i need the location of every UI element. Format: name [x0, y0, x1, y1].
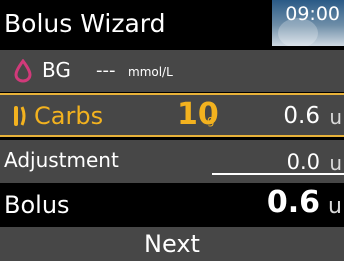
bg-label: BG: [42, 58, 71, 82]
blood-drop-icon: [14, 59, 32, 83]
carbs-row[interactable]: Carbs 10 g 0.6 u: [0, 93, 344, 137]
header: Bolus Wizard 09:00: [0, 0, 344, 48]
carbs-insulin-unit: u: [329, 105, 342, 129]
bg-unit: mmol/L: [128, 65, 173, 79]
carbs-icon: [14, 106, 26, 126]
bolus-unit: u: [328, 194, 342, 219]
status-clock: 09:00: [272, 0, 344, 46]
next-button[interactable]: Next: [0, 227, 344, 261]
bg-value: ---: [96, 60, 116, 81]
carbs-unit: g: [207, 113, 215, 127]
carbs-label: Carbs: [34, 102, 104, 130]
carbs-insulin-value: 0.6: [283, 103, 320, 129]
bolus-row: Bolus 0.6 u: [0, 185, 344, 226]
adjustment-underline: [212, 173, 344, 175]
adjustment-value[interactable]: 0.0: [287, 149, 320, 175]
page-title: Bolus Wizard: [4, 9, 166, 38]
adjustment-label: Adjustment: [4, 148, 119, 172]
bolus-value: 0.6: [266, 185, 320, 220]
bolus-label: Bolus: [4, 191, 70, 219]
adjustment-row[interactable]: Adjustment 0.0 u: [0, 140, 344, 183]
bg-row[interactable]: BG --- mmol/L: [0, 50, 344, 92]
clock-time: 09:00: [285, 3, 340, 25]
next-button-label: Next: [144, 230, 200, 258]
adjustment-unit: u: [329, 151, 342, 175]
bolus-wizard-screen: Bolus Wizard 09:00 BG --- mmol/L Carbs 1…: [0, 0, 344, 261]
